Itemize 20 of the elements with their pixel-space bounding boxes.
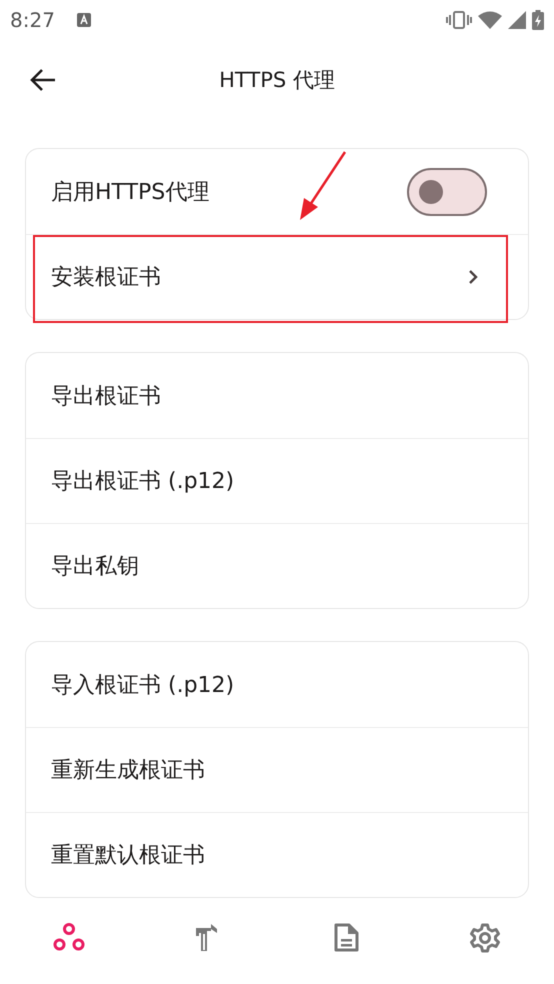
- signal-icon: [508, 11, 526, 29]
- wifi-icon: [478, 11, 502, 29]
- chevron-icon: [468, 269, 478, 285]
- status-time: 8:27: [10, 8, 55, 32]
- back-button[interactable]: [30, 68, 56, 92]
- settings-item[interactable]: 安装根证书: [51, 262, 161, 292]
- settings-item[interactable]: 重新生成根证书: [51, 755, 205, 785]
- settings-icon: [468, 922, 501, 954]
- keyboard-icon: [76, 13, 91, 27]
- nav-tab[interactable]: [468, 922, 501, 954]
- settings-item[interactable]: 导入根证书 (.p12): [51, 670, 234, 700]
- toggle-switch[interactable]: [407, 168, 487, 216]
- vibrate-icon: [446, 11, 472, 29]
- settings-item[interactable]: 导出私钥: [51, 551, 139, 581]
- battery-icon: [532, 10, 544, 30]
- page-title: HTTPS 代理: [219, 67, 335, 94]
- settings-item[interactable]: 启用HTTPS代理: [51, 176, 210, 206]
- settings-item[interactable]: 导出根证书: [51, 380, 161, 410]
- settings-item[interactable]: 重置默认根证书: [51, 840, 205, 870]
- settings-item[interactable]: 导出根证书 (.p12): [51, 466, 234, 496]
